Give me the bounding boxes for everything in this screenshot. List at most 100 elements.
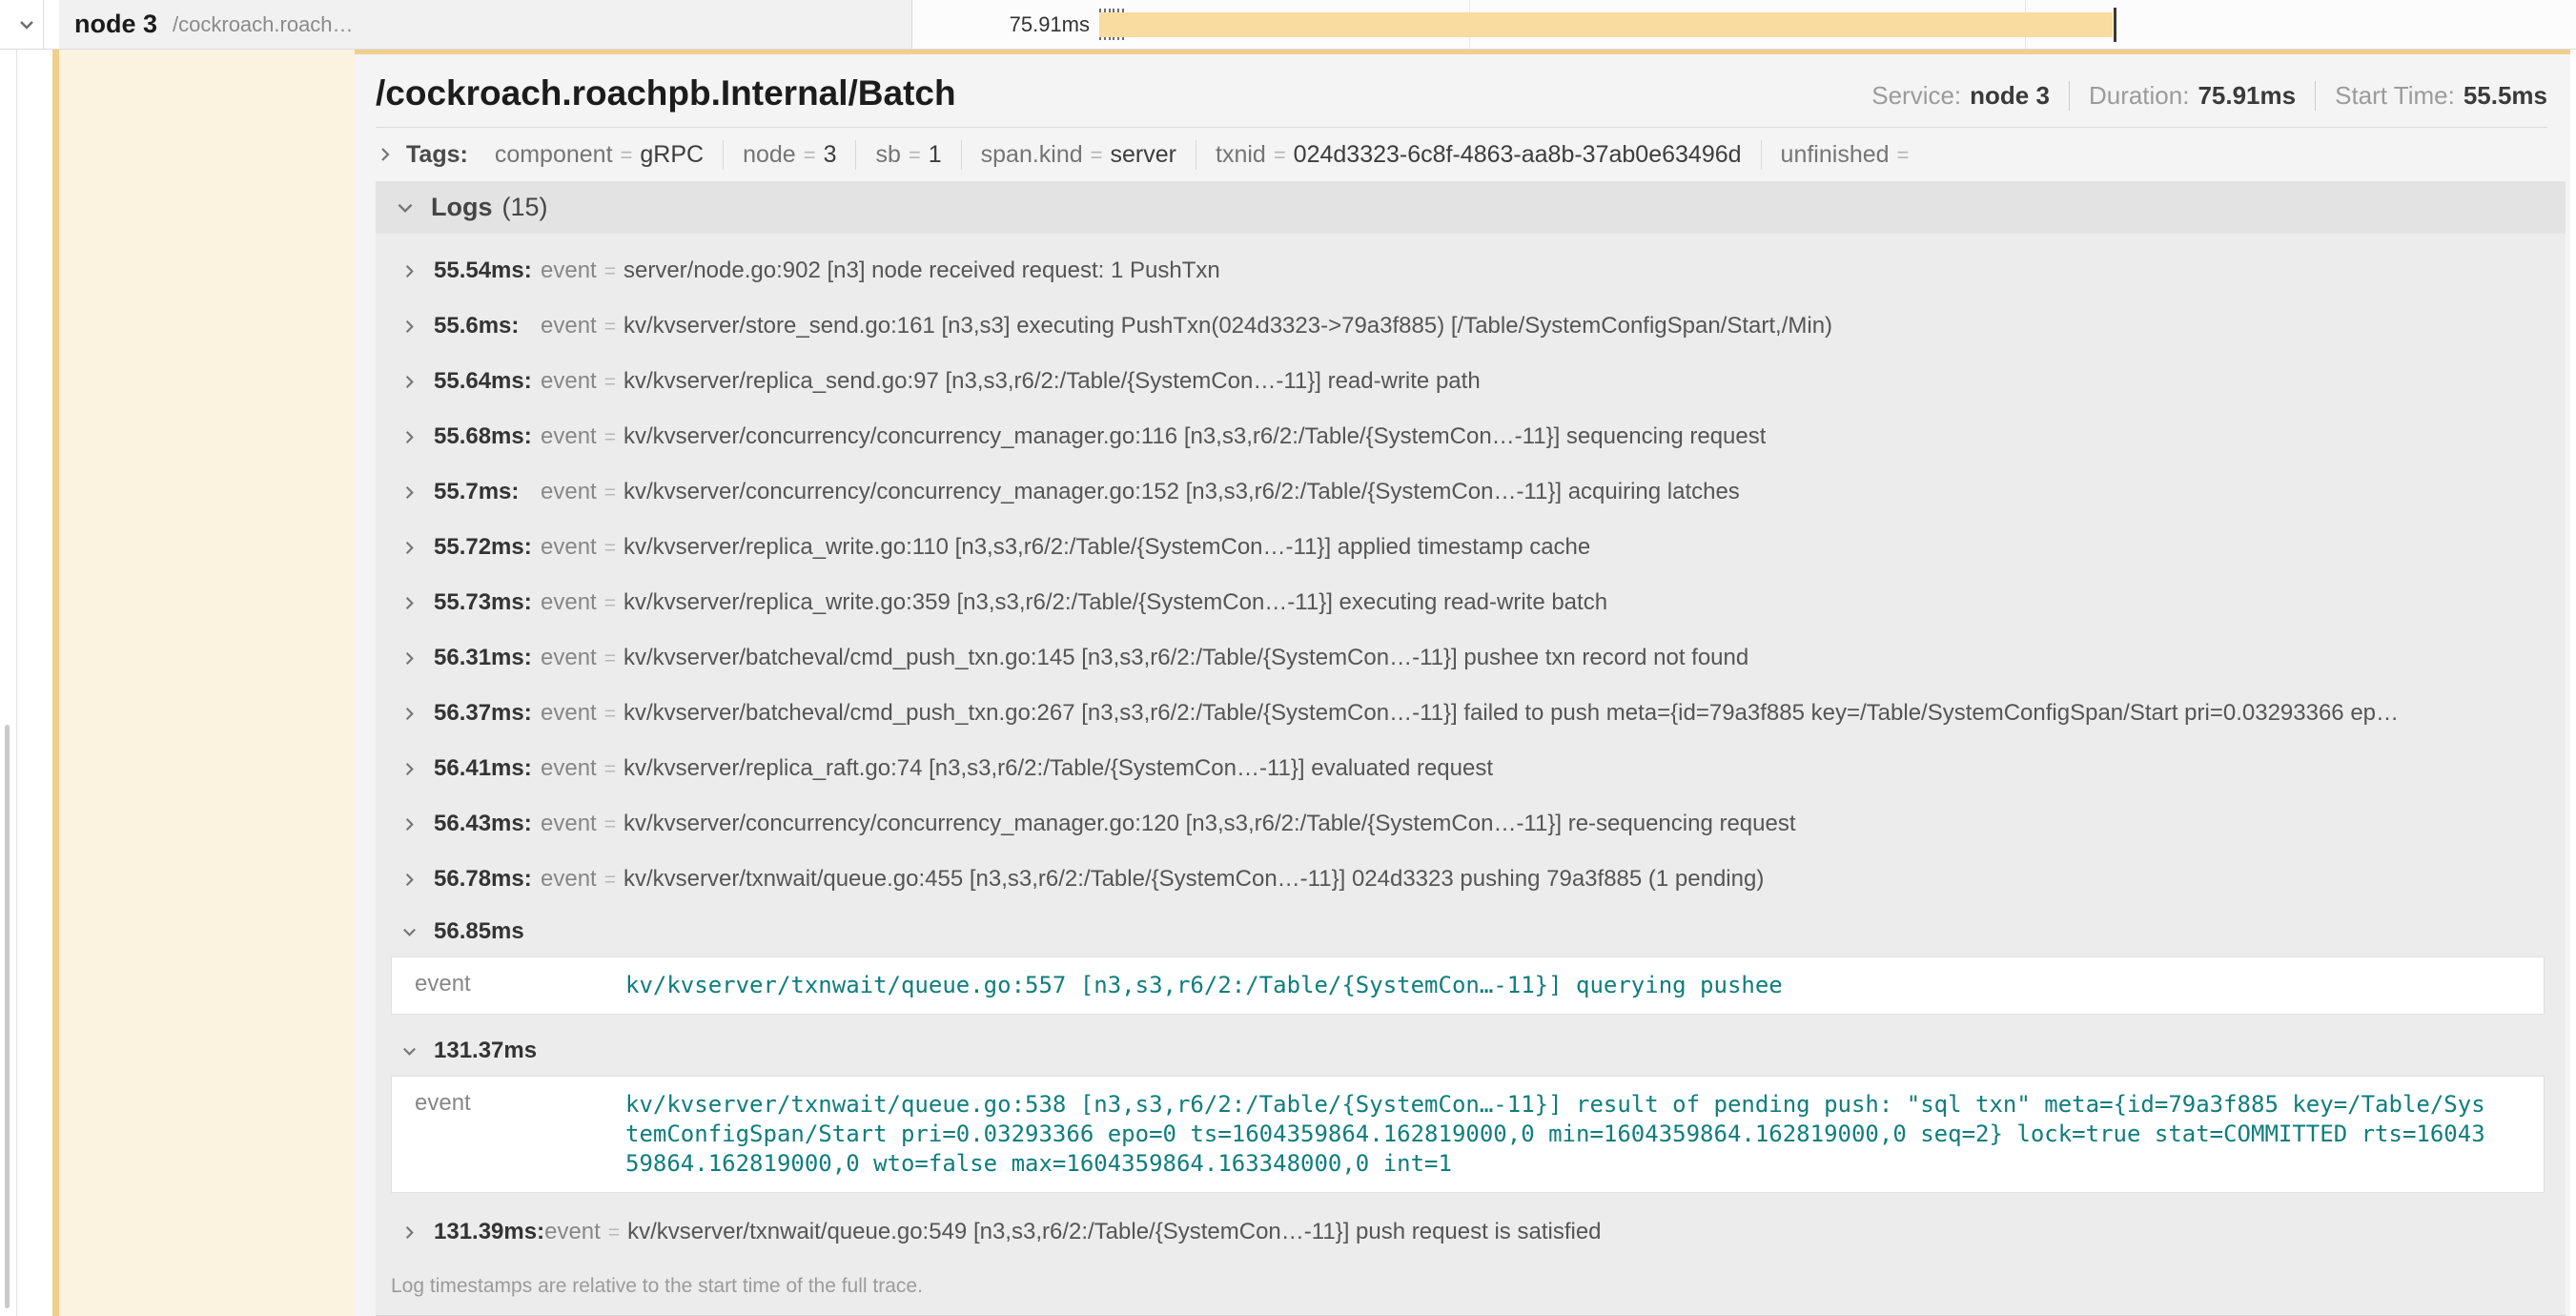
start-time-value: 55.5ms [2464,81,2547,111]
log-text: kv/kvserver/store_send.go:161 [n3,s3] ex… [624,313,1832,339]
log-row-expanded-header[interactable]: 131.37ms [376,1026,2566,1076]
log-text: kv/kvserver/concurrency/concurrency_mana… [624,811,1796,836]
log-row[interactable]: 55.54ms: event=server/node.go:902 [n3] n… [376,243,2566,298]
span-duration-label: 75.91ms [912,0,1090,49]
tags-toggle-row[interactable]: Tags: component = gRPC node = 3 sb = 1 s… [376,128,2547,181]
tag-list: component = gRPC node = 3 sb = 1 span.ki… [476,140,1936,170]
log-row[interactable]: 55.7ms: event=kv/kvserver/concurrency/co… [376,464,2566,520]
log-row-expanded-header[interactable]: 56.85ms [376,907,2566,956]
selected-span-accent-bar [52,0,59,1316]
log-field-name: event [392,1090,625,1179]
tag-key: sb [875,140,900,169]
log-timestamp: 56.37ms: [434,700,541,727]
log-equals: = [604,537,616,559]
chevron-down-icon [400,1042,419,1060]
tags-label: Tags: [406,141,468,169]
log-row[interactable]: 56.41ms: event=kv/kvserver/replica_raft.… [376,741,2566,796]
log-message: event=kv/kvserver/replica_write.go:110 [… [541,534,1590,561]
tag-key: unfinished [1781,140,1890,169]
log-field-name: event [541,479,597,504]
log-equals: = [604,758,616,780]
log-timestamp: 56.85ms [434,918,524,945]
log-message: event = kv/kvserver/concurrency/concurrenc… [541,479,1740,505]
log-row[interactable]: 55.64ms: event=kv/kvserver/replica_send.… [376,354,2566,409]
chevron-right-icon [400,871,419,889]
chevron-right-icon [400,262,419,280]
span-detail-panel: /cockroach.roachpb.Internal/Batch Servic… [355,50,2570,1316]
log-equals: = [604,482,616,504]
span-name-column-highlight [59,50,355,1316]
log-text: kv/kvserver/concurrency/concurrency_mana… [624,479,1740,504]
span-timeline-cell[interactable]: 75.91ms [911,0,2576,49]
tag-key: component [495,140,613,169]
log-text: kv/kvserver/concurrency/concurrency_mana… [624,423,1766,449]
log-row[interactable]: 56.31ms: event=kv/kvserver/batcheval/cmd… [376,630,2566,686]
log-message: event = kv/kvserver/replica_send.go:97 [n3… [541,368,1481,395]
tag-item: component = gRPC [476,140,724,170]
log-field-name: event [541,811,597,836]
log-field-name: event [541,313,597,339]
logs-footer-note: Log timestamps are relative to the start… [376,1260,2566,1315]
log-text: kv/kvserver/replica_raft.go:74 [n3,s3,r6… [624,755,1493,781]
log-text: kv/kvserver/replica_send.go:97 [n3,s3,r6… [624,368,1481,394]
tag-equals: = [909,141,921,170]
chevron-right-icon [400,760,419,778]
logs-count: (15) [502,193,548,222]
log-row[interactable]: 56.37ms: event=kv/kvserver/batcheval/cmd… [376,686,2566,741]
log-text: server/node.go:902 [n3] node received re… [624,257,1220,283]
log-row[interactable]: 55.72ms: event=kv/kvserver/replica_write… [376,520,2566,575]
chevron-right-icon [400,705,419,723]
tag-item: sb = 1 [856,140,961,170]
start-time-meta: Start Time: 55.5ms [2315,81,2547,111]
logs-header[interactable]: Logs (15) [376,181,2566,234]
log-timestamp: 131.37ms [434,1038,537,1064]
chevron-right-icon [400,649,419,668]
log-message: event=kv/kvserver/replica_write.go:359 [… [541,589,1607,616]
sidebar-divider [16,50,17,1316]
log-field-value: kv/kvserver/txnwait/queue.go:538 [n3,s3,… [625,1090,2485,1179]
log-timestamp: 56.41ms: [434,755,541,782]
log-equals: = [604,371,616,393]
log-message: event=kv/kvserver/concurrency/concurrenc… [541,811,1796,837]
log-text: kv/kvserver/batcheval/cmd_push_txn.go:26… [624,700,2399,726]
tag-item: txnid = 024d3323-6c8f-4863-aa8b-37ab0e63… [1196,140,1762,170]
tag-value: 3 [824,140,837,169]
span-duration-bar[interactable] [1099,12,2113,37]
tag-key: txnid [1216,140,1266,169]
chevron-right-icon [400,539,419,557]
log-field-name: event [541,368,597,394]
span-row: node 3 /cockroach.roach… 75.91ms [0,0,2576,50]
log-timestamp: 56.31ms: [434,645,541,671]
tag-key: node [743,140,796,169]
tag-value: server [1111,140,1176,169]
duration-value: 75.91ms [2198,81,2296,111]
log-text: kv/kvserver/txnwait/queue.go:549 [n3,s3,… [627,1219,1601,1244]
log-row[interactable]: 55.6ms: event=kv/kvserver/store_send.go:… [376,298,2566,354]
service-meta: Service: node 3 [1871,81,2050,111]
chevron-right-icon [376,145,395,164]
log-equals: = [604,260,616,282]
log-row[interactable]: 55.68ms: event=kv/kvserver/concurrency/c… [376,409,2566,464]
log-field-value: kv/kvserver/txnwait/queue.go:557 [n3,s3,… [625,971,2485,1000]
log-timestamp: 56.43ms: [434,811,541,837]
span-name-cell[interactable]: node 3 /cockroach.roach… [59,0,911,49]
log-timestamp: 131.39ms: [434,1219,544,1245]
log-timestamp: 55.54ms: [434,257,541,284]
chevron-down-icon [395,197,416,218]
tag-item: span.kind = server [962,140,1196,170]
log-timestamp: 55.72ms: [434,534,541,561]
tag-equals: = [1091,141,1103,170]
log-message: event=kv/kvserver/txnwait/queue.go:549 [… [544,1219,1601,1245]
log-equals: = [604,703,616,725]
log-field-name: event [541,534,597,560]
log-row[interactable]: 131.39ms: event=kv/kvserver/txnwait/queu… [376,1204,2566,1260]
log-row[interactable]: 56.43ms: event=kv/kvserver/concurrency/c… [376,796,2566,852]
chevron-down-icon[interactable] [13,12,40,37]
chevron-right-icon [400,318,419,336]
log-message: event=kv/kvserver/batcheval/cmd_push_txn… [541,700,2399,727]
log-timestamp: 55.68ms: [434,423,541,450]
log-row-expanded: 56.85ms event kv/kvserver/txnwait/queue.… [376,907,2566,1015]
vertical-scrollbar[interactable] [5,725,10,1308]
log-row[interactable]: 56.78ms: event=kv/kvserver/txnwait/queue… [376,852,2566,907]
log-row[interactable]: 55.73ms: event=kv/kvserver/replica_write… [376,575,2566,630]
